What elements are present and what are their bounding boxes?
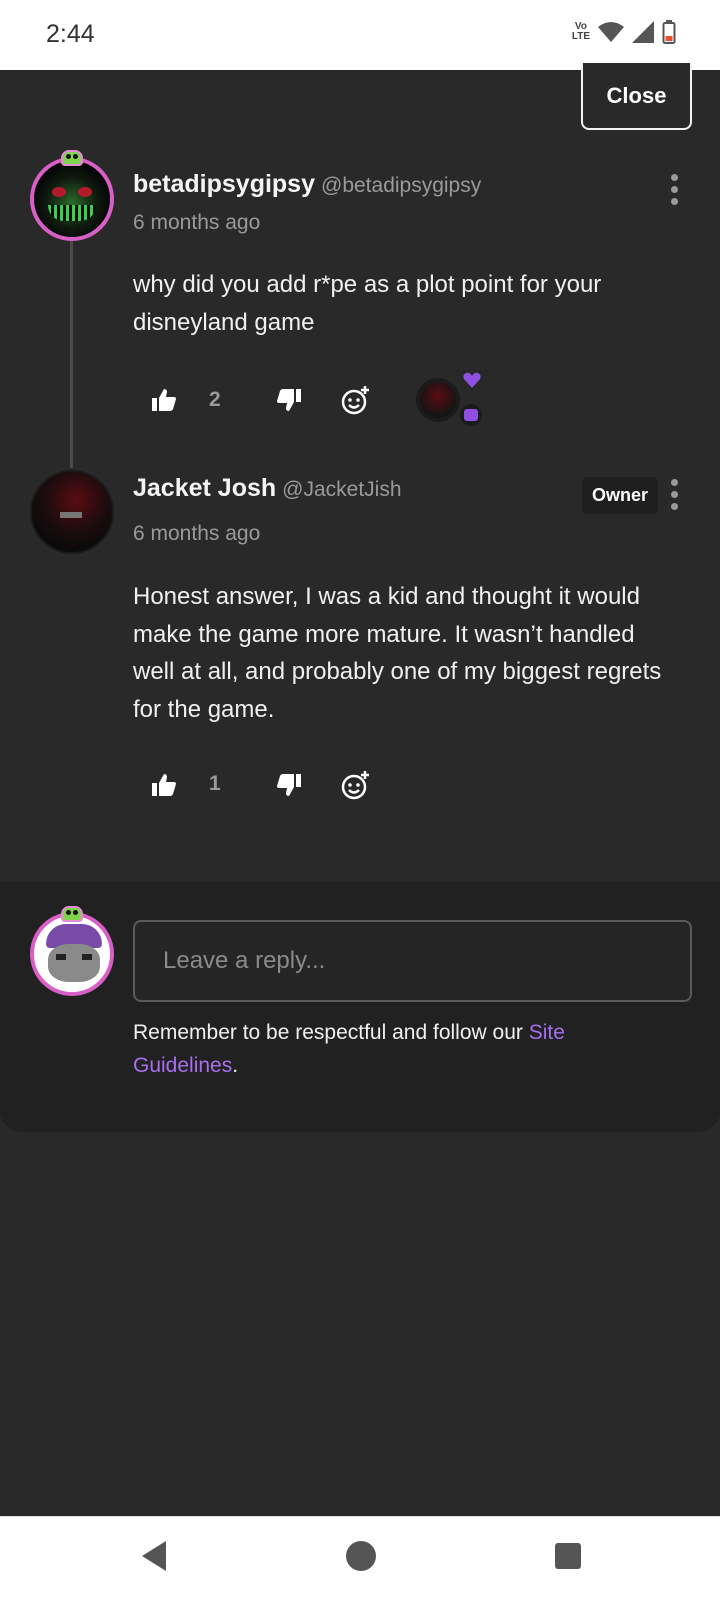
thumbs-down-icon [277,389,301,411]
dislike-button[interactable] [269,380,309,420]
reaction-user-avatar[interactable] [416,378,460,422]
avatar-detail [60,512,82,518]
system-navigation-bar [0,1516,720,1600]
status-bar: 2:44 Vo LTE [0,0,720,70]
like-button[interactable] [144,765,184,805]
owner-avatar[interactable] [30,470,114,554]
avatar-eye [52,187,66,197]
add-emoji-icon [341,386,369,415]
thread-line [70,236,73,468]
thumbs-up-icon [152,389,176,411]
comment-timestamp: 6 months ago [133,211,261,234]
avatar-mouth [48,205,96,221]
frog-badge-icon [61,906,83,922]
close-button[interactable]: Close [581,63,692,130]
thumbs-down-icon [277,774,301,796]
volte-icon: Vo LTE [571,21,590,42]
avatar-eyes [56,954,92,960]
cell-signal-icon [632,21,654,43]
author-handle[interactable]: @betadipsygipsy [321,174,481,197]
comment-text: why did you add r*pe as a plot point for… [133,271,602,336]
thumbs-up-icon [152,774,176,796]
user-avatar[interactable] [30,157,114,241]
more-options-icon[interactable] [667,174,681,208]
recents-icon[interactable] [553,1539,583,1573]
comment-author[interactable]: betadipsygipsy @betadipsygipsy [133,170,481,199]
frog-badge-icon [61,150,83,166]
home-icon[interactable] [345,1539,377,1573]
add-reaction-button[interactable] [336,380,376,420]
author-name[interactable]: betadipsygipsy [133,170,315,198]
guidelines-period: . [232,1054,239,1077]
guidelines-note: Remember to be respectful and follow our… [133,1016,653,1082]
guidelines-text: Remember to be respectful and follow our [133,1021,529,1044]
owner-badge: Owner [582,477,658,514]
author-handle[interactable]: @JacketJish [282,478,401,501]
status-icons: Vo LTE [572,20,676,44]
wifi-icon [598,22,624,42]
comment-timestamp: 6 months ago [133,522,261,545]
like-count: 1 [209,772,221,795]
reply-input[interactable] [133,920,692,1002]
more-options-icon[interactable] [667,479,681,513]
back-icon[interactable] [138,1539,168,1573]
reply-bubble-icon [460,404,482,426]
like-count: 2 [209,388,221,411]
current-user-avatar[interactable] [30,912,114,996]
avatar-face [48,944,100,982]
heart-reaction-icon [462,370,482,390]
author-name[interactable]: Jacket Josh [133,474,276,502]
comment-text: Honest answer, I was a kid and thought i… [133,583,662,723]
add-emoji-icon [341,771,369,800]
avatar-eye [78,187,92,197]
add-reaction-button[interactable] [336,765,376,805]
battery-icon [662,20,676,44]
dislike-button[interactable] [269,765,309,805]
status-time: 2:44 [46,20,95,48]
like-button[interactable] [144,380,184,420]
comment-author[interactable]: Jacket Josh @JacketJish [133,474,402,503]
